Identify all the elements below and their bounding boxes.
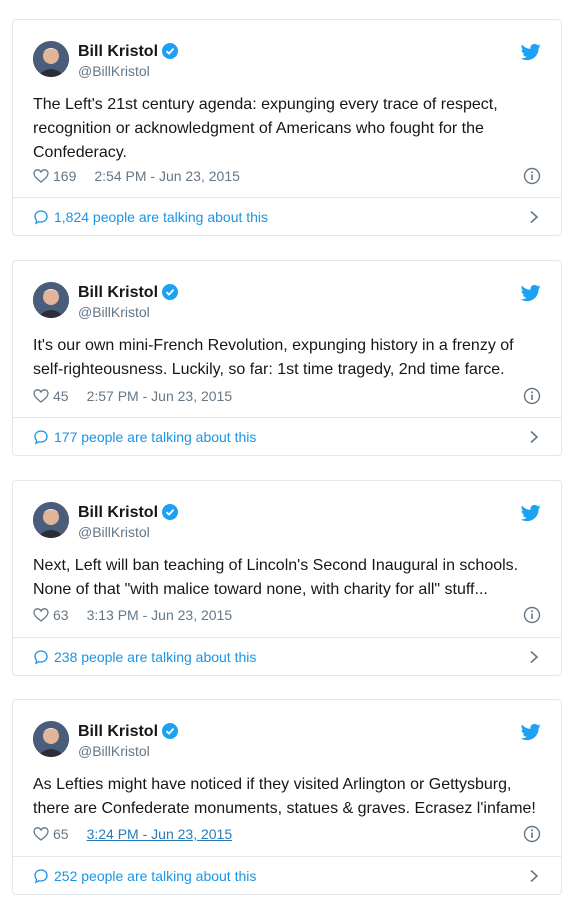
info-icon[interactable] <box>523 387 541 405</box>
avatar[interactable] <box>33 502 69 538</box>
like-count: 169 <box>53 168 77 184</box>
tweet-card: Bill Kristol @BillKristol The Left's 21s… <box>12 19 562 236</box>
avatar[interactable] <box>33 721 69 757</box>
talking-about-link[interactable]: 252 people are talking about this <box>13 856 561 894</box>
author-name[interactable]: Bill Kristol <box>78 504 179 522</box>
tweet-meta: 65 3:24 PM - Jun 23, 2015 <box>33 824 232 844</box>
tweet-timestamp[interactable]: 3:13 PM - Jun 23, 2015 <box>87 607 233 623</box>
info-icon[interactable] <box>523 167 541 185</box>
talking-about-link[interactable]: 238 people are talking about this <box>13 637 561 675</box>
info-icon[interactable] <box>523 825 541 843</box>
like-count: 65 <box>53 826 69 842</box>
twitter-bird-icon[interactable] <box>521 503 541 523</box>
info-icon[interactable] <box>523 606 541 624</box>
chevron-right-icon[interactable] <box>529 210 539 224</box>
tweet-text: It's our own mini-French Revolution, exp… <box>33 337 514 378</box>
tweet-text: Next, Left will ban teaching of Lincoln'… <box>33 557 519 598</box>
author-name[interactable]: Bill Kristol <box>78 43 179 61</box>
tweet-text: The Left's 21st century agenda: expungin… <box>33 96 498 161</box>
speech-bubble-icon <box>34 868 48 884</box>
talking-about-link[interactable]: 177 people are talking about this <box>13 417 561 455</box>
avatar[interactable] <box>33 41 69 77</box>
author-handle[interactable]: @BillKristol <box>78 304 150 320</box>
talking-count: 177 people are talking about this <box>54 428 257 445</box>
chevron-right-icon[interactable] <box>529 869 539 883</box>
tweet-feed: Bill Kristol @BillKristol The Left's 21s… <box>0 0 577 908</box>
verified-badge-icon <box>162 723 179 739</box>
verified-badge-icon <box>162 43 179 59</box>
talking-count: 1,824 people are talking about this <box>54 208 269 225</box>
like-count: 45 <box>53 388 69 404</box>
talking-about-link[interactable]: 1,824 people are talking about this <box>13 197 561 235</box>
chevron-right-icon[interactable] <box>529 430 539 444</box>
chevron-right-icon[interactable] <box>529 650 539 664</box>
heart-icon[interactable] <box>33 168 49 184</box>
author-handle[interactable]: @BillKristol <box>78 743 150 759</box>
tweet-timestamp[interactable]: 2:54 PM - Jun 23, 2015 <box>94 168 240 184</box>
twitter-bird-icon[interactable] <box>521 283 541 303</box>
tweet-card: Bill Kristol @BillKristol As Lefties mig… <box>12 699 562 895</box>
author-name[interactable]: Bill Kristol <box>78 284 179 302</box>
verified-badge-icon <box>162 284 179 300</box>
author-name[interactable]: Bill Kristol <box>78 723 179 741</box>
heart-icon[interactable] <box>33 607 49 623</box>
tweet-meta: 45 2:57 PM - Jun 23, 2015 <box>33 386 232 406</box>
like-count: 63 <box>53 607 69 623</box>
tweet-card: Bill Kristol @BillKristol Next, Left wil… <box>12 480 562 676</box>
heart-icon[interactable] <box>33 826 49 842</box>
speech-bubble-icon <box>34 209 48 225</box>
twitter-bird-icon[interactable] <box>521 42 541 62</box>
speech-bubble-icon <box>34 649 48 665</box>
author-handle[interactable]: @BillKristol <box>78 63 150 79</box>
verified-badge-icon <box>162 504 179 520</box>
tweet-card: Bill Kristol @BillKristol It's our own m… <box>12 260 562 456</box>
tweet-text: As Lefties might have noticed if they vi… <box>33 776 536 817</box>
talking-count: 238 people are talking about this <box>54 648 257 665</box>
tweet-timestamp[interactable]: 3:24 PM - Jun 23, 2015 <box>87 826 233 842</box>
talking-count: 252 people are talking about this <box>54 867 257 884</box>
twitter-bird-icon[interactable] <box>521 722 541 742</box>
avatar[interactable] <box>33 282 69 318</box>
speech-bubble-icon <box>34 429 48 445</box>
tweet-meta: 63 3:13 PM - Jun 23, 2015 <box>33 605 232 625</box>
heart-icon[interactable] <box>33 388 49 404</box>
tweet-timestamp[interactable]: 2:57 PM - Jun 23, 2015 <box>87 388 233 404</box>
author-handle[interactable]: @BillKristol <box>78 524 150 540</box>
tweet-meta: 169 2:54 PM - Jun 23, 2015 <box>33 166 240 186</box>
